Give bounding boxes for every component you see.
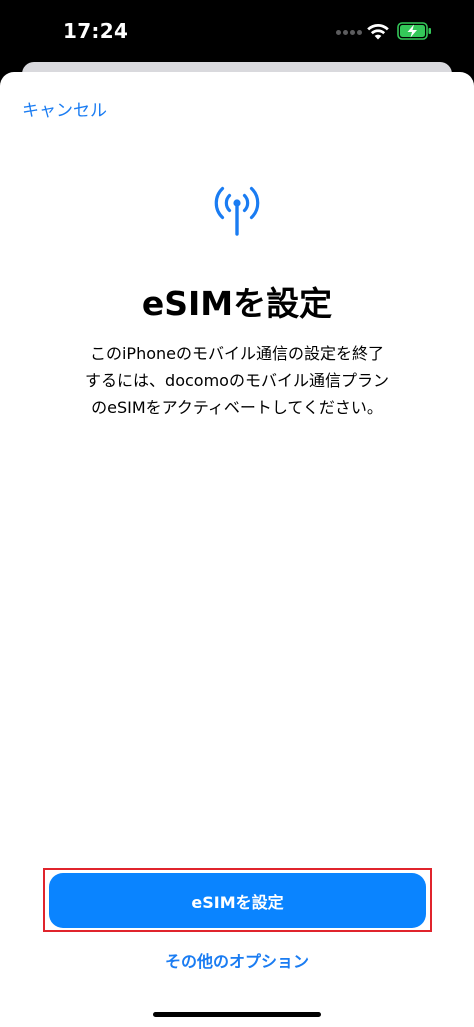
description-text: このiPhoneのモバイル通信の設定を終了 するには、docomoのモバイル通信… <box>52 340 422 421</box>
other-options-button[interactable]: その他のオプション <box>0 948 474 972</box>
page-title: eSIMを設定 <box>141 284 333 323</box>
esim-setup-sheet: キャンセル eSIMを設定 このiPhoneのモバイル通信の設定を終了 するには… <box>0 72 474 1027</box>
status-bar: 17:24 <box>0 0 474 62</box>
setup-esim-button[interactable]: eSIMを設定 <box>49 873 426 928</box>
cancel-button[interactable]: キャンセル <box>22 96 107 121</box>
wifi-icon <box>367 24 389 40</box>
status-time: 17:24 <box>63 19 129 43</box>
home-indicator <box>153 1012 321 1017</box>
cellular-dots-icon <box>336 30 362 36</box>
description-line: このiPhoneのモバイル通信の設定を終了 <box>89 344 384 363</box>
antenna-signal-icon <box>214 186 260 236</box>
description-line: のeSIMをアクティベートしてください。 <box>91 398 383 417</box>
screen: 17:24 キャンセル eSIMを設定 このiPhoneのモバイル通信の設定を終… <box>0 0 474 1027</box>
battery-charging-icon <box>397 22 431 40</box>
description-line: するには、docomoのモバイル通信プラン <box>85 371 389 390</box>
